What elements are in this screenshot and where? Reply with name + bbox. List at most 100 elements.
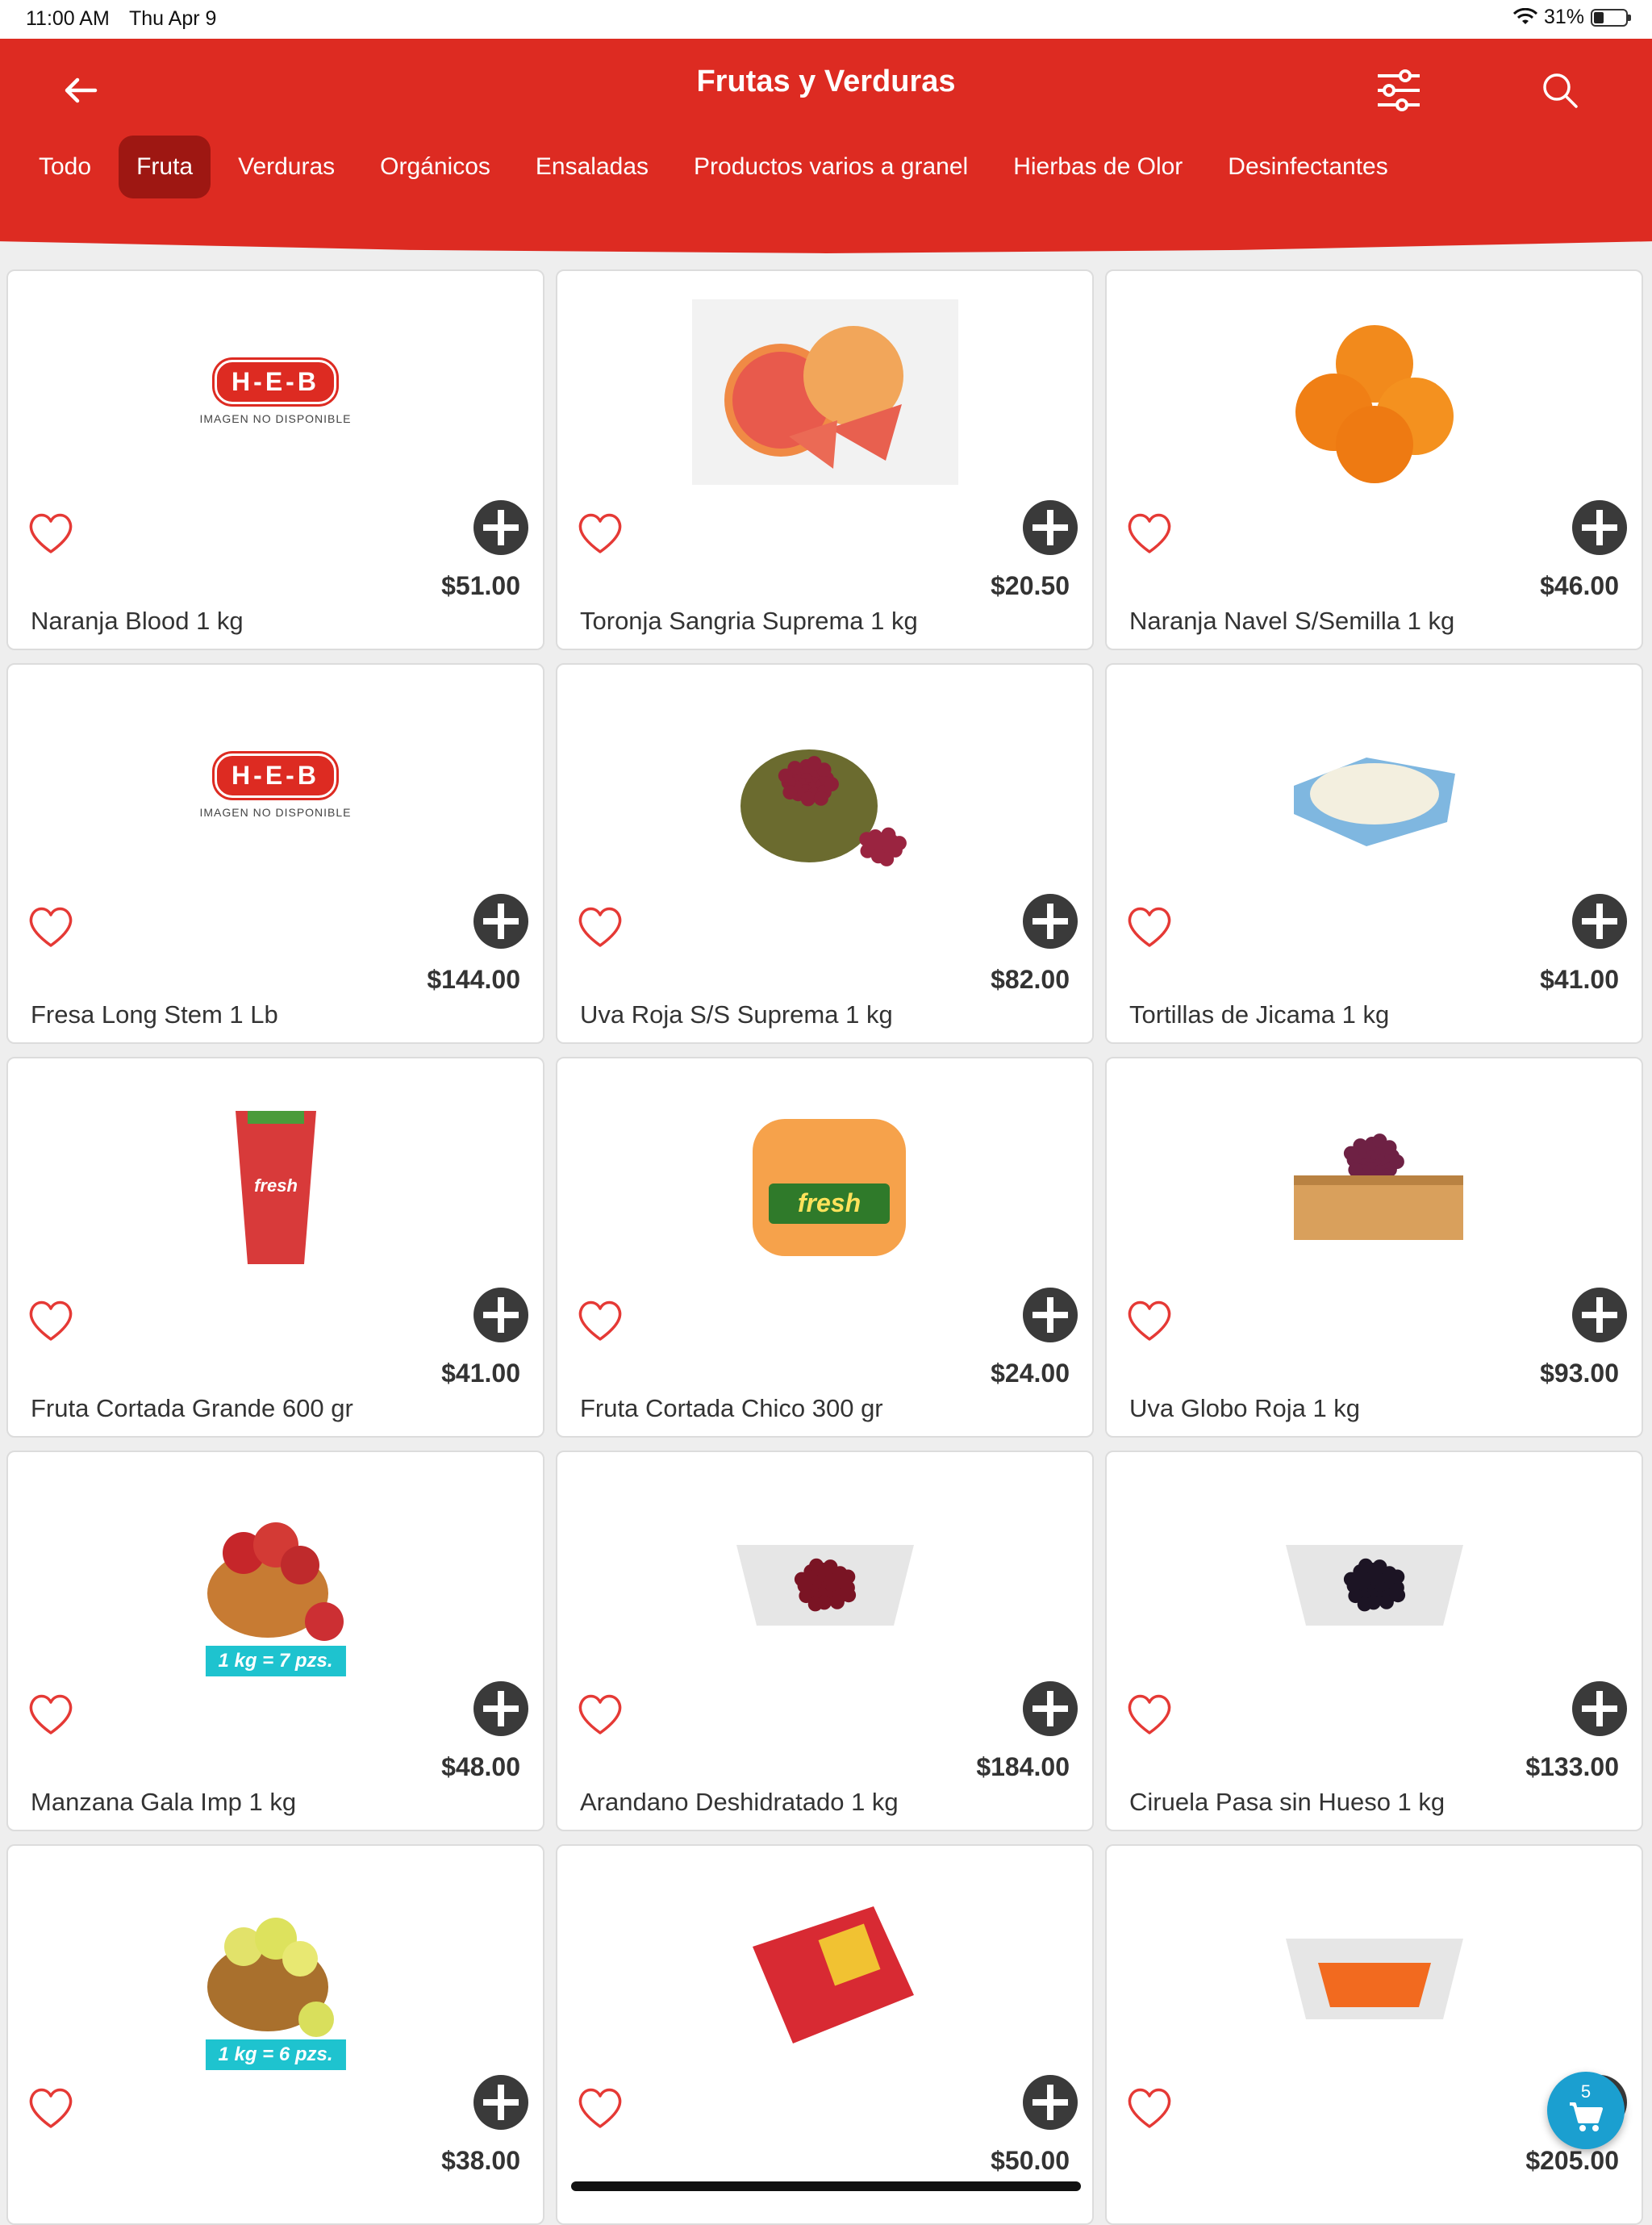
product-image (1107, 1083, 1642, 1276)
product-name: Fresa Long Stem 1 Lb (31, 1000, 278, 1029)
favorite-button[interactable] (572, 505, 628, 561)
add-to-cart-button[interactable] (472, 1286, 530, 1344)
favorite-button[interactable] (23, 1292, 79, 1349)
product-image (557, 295, 1092, 489)
add-to-cart-button[interactable] (1571, 1680, 1629, 1738)
add-to-cart-button[interactable] (1021, 2073, 1079, 2131)
heart-icon (1128, 513, 1171, 553)
product-image (1107, 689, 1642, 883)
plus-circle-icon (1572, 1288, 1627, 1342)
cart-button[interactable]: 5 (1547, 2072, 1625, 2149)
product-price: $184.00 (976, 1752, 1070, 1781)
heb-placeholder-image: H-E-B IMAGEN NO DISPONIBLE (8, 295, 543, 489)
heart-icon (29, 2088, 73, 2128)
add-to-cart-button[interactable] (1021, 1680, 1079, 1738)
product-card[interactable]: $50.00 (556, 1844, 1094, 2225)
product-image (8, 1870, 543, 2064)
product-name: Naranja Blood 1 kg (31, 607, 244, 635)
product-card[interactable]: $184.00 Arandano Deshidratado 1 kg (556, 1451, 1094, 1831)
add-to-cart-button[interactable] (1021, 892, 1079, 950)
tab-orgánicos[interactable]: Orgánicos (362, 136, 508, 198)
product-name: Toronja Sangria Suprema 1 kg (580, 607, 918, 635)
favorite-button[interactable] (23, 899, 79, 955)
product-image (557, 1870, 1092, 2064)
favorite-button[interactable] (23, 1686, 79, 1743)
plus-circle-icon (473, 1288, 528, 1342)
tab-productos-varios-a-granel[interactable]: Productos varios a granel (676, 136, 986, 198)
product-name: Fruta Cortada Chico 300 gr (580, 1394, 883, 1422)
quantity-tag: 1 kg = 6 pzs. (205, 2039, 346, 2070)
tab-desinfectantes[interactable]: Desinfectantes (1210, 136, 1405, 198)
add-to-cart-button[interactable] (1021, 499, 1079, 557)
tab-hierbas-de-olor[interactable]: Hierbas de Olor (995, 136, 1200, 198)
product-price: $38.00 (441, 2146, 520, 2175)
tab-fruta[interactable]: Fruta (119, 136, 211, 198)
quantity-tag: 1 kg = 7 pzs. (205, 1646, 346, 1676)
add-to-cart-button[interactable] (1571, 1286, 1629, 1344)
product-card[interactable]: $46.00 Naranja Navel S/Semilla 1 kg (1105, 269, 1643, 650)
tab-todo[interactable]: Todo (21, 136, 109, 198)
favorite-button[interactable] (572, 1292, 628, 1349)
app-header: Frutas y Verduras Todo Fruta Verduras Orgán… (0, 39, 1652, 253)
product-card[interactable]: $41.00 Tortillas de Jicama 1 kg (1105, 663, 1643, 1044)
product-card[interactable]: $93.00 Uva Globo Roja 1 kg (1105, 1057, 1643, 1438)
product-card[interactable]: 1 kg = 6 pzs. $38.00 (6, 1844, 544, 2225)
tab-ensaladas[interactable]: Ensaladas (518, 136, 666, 198)
product-price: $82.00 (991, 965, 1070, 994)
heart-icon (29, 1694, 73, 1734)
product-image (557, 1476, 1092, 1670)
tab-verduras[interactable]: Verduras (220, 136, 353, 198)
product-card[interactable]: H-E-B IMAGEN NO DISPONIBLE $144.00 Fresa Lo… (6, 663, 544, 1044)
favorite-button[interactable] (572, 1686, 628, 1743)
product-card[interactable]: $133.00 Ciruela Pasa sin Hueso 1 kg (1105, 1451, 1643, 1831)
plus-circle-icon (473, 2075, 528, 2130)
add-to-cart-button[interactable] (1571, 892, 1629, 950)
favorite-button[interactable] (23, 505, 79, 561)
add-to-cart-button[interactable] (472, 1680, 530, 1738)
product-card[interactable]: $82.00 Uva Roja S/S Suprema 1 kg (556, 663, 1094, 1044)
add-to-cart-button[interactable] (1571, 499, 1629, 557)
home-indicator (571, 2181, 1081, 2191)
add-to-cart-button[interactable] (1021, 1286, 1079, 1344)
add-to-cart-button[interactable] (472, 2073, 530, 2131)
product-name: Arandano Deshidratado 1 kg (580, 1788, 899, 1816)
favorite-button[interactable] (1121, 1292, 1178, 1349)
favorite-button[interactable] (1121, 2080, 1178, 2136)
plus-circle-icon (1023, 894, 1078, 949)
heb-logo: H-E-B (215, 753, 336, 798)
favorite-button[interactable] (23, 2080, 79, 2136)
favorite-button[interactable] (1121, 505, 1178, 561)
status-date: Thu Apr 9 (129, 7, 217, 30)
product-price: $41.00 (441, 1359, 520, 1388)
product-price: $133.00 (1525, 1752, 1619, 1781)
product-price: $205.00 (1525, 2146, 1619, 2175)
product-card[interactable]: 1 kg = 7 pzs. $48.00 Manzana Gala Imp 1 kg (6, 1451, 544, 1831)
product-name: Ciruela Pasa sin Hueso 1 kg (1129, 1788, 1446, 1816)
product-price: $41.00 (1540, 965, 1619, 994)
status-indicators: 31% (1512, 6, 1631, 29)
plus-circle-icon (1023, 500, 1078, 555)
product-image (1107, 1870, 1642, 2064)
favorite-button[interactable] (572, 899, 628, 955)
product-card[interactable]: $20.50 Toronja Sangria Suprema 1 kg (556, 269, 1094, 650)
product-price: $144.00 (427, 965, 520, 994)
search-button[interactable] (1537, 66, 1586, 115)
plus-circle-icon (1023, 2075, 1078, 2130)
product-card[interactable]: fresh $41.00 Fruta Cortada Grande 600 gr (6, 1057, 544, 1438)
product-price: $48.00 (441, 1752, 520, 1781)
product-price: $46.00 (1540, 571, 1619, 600)
favorite-button[interactable] (1121, 899, 1178, 955)
battery-icon (1591, 8, 1631, 27)
filter-button[interactable] (1371, 63, 1426, 118)
status-time: 11:00 AM (26, 7, 110, 30)
heart-icon (578, 1300, 622, 1341)
product-card[interactable]: H-E-B IMAGEN NO DISPONIBLE $51.00 Naranja B… (6, 269, 544, 650)
product-card[interactable]: $205.00 (1105, 1844, 1643, 2225)
favorite-button[interactable] (572, 2080, 628, 2136)
product-image (1107, 1476, 1642, 1670)
product-card[interactable]: fresh $24.00 Fruta Cortada Chico 300 gr (556, 1057, 1094, 1438)
plus-circle-icon (1023, 1288, 1078, 1342)
favorite-button[interactable] (1121, 1686, 1178, 1743)
add-to-cart-button[interactable] (472, 499, 530, 557)
add-to-cart-button[interactable] (472, 892, 530, 950)
